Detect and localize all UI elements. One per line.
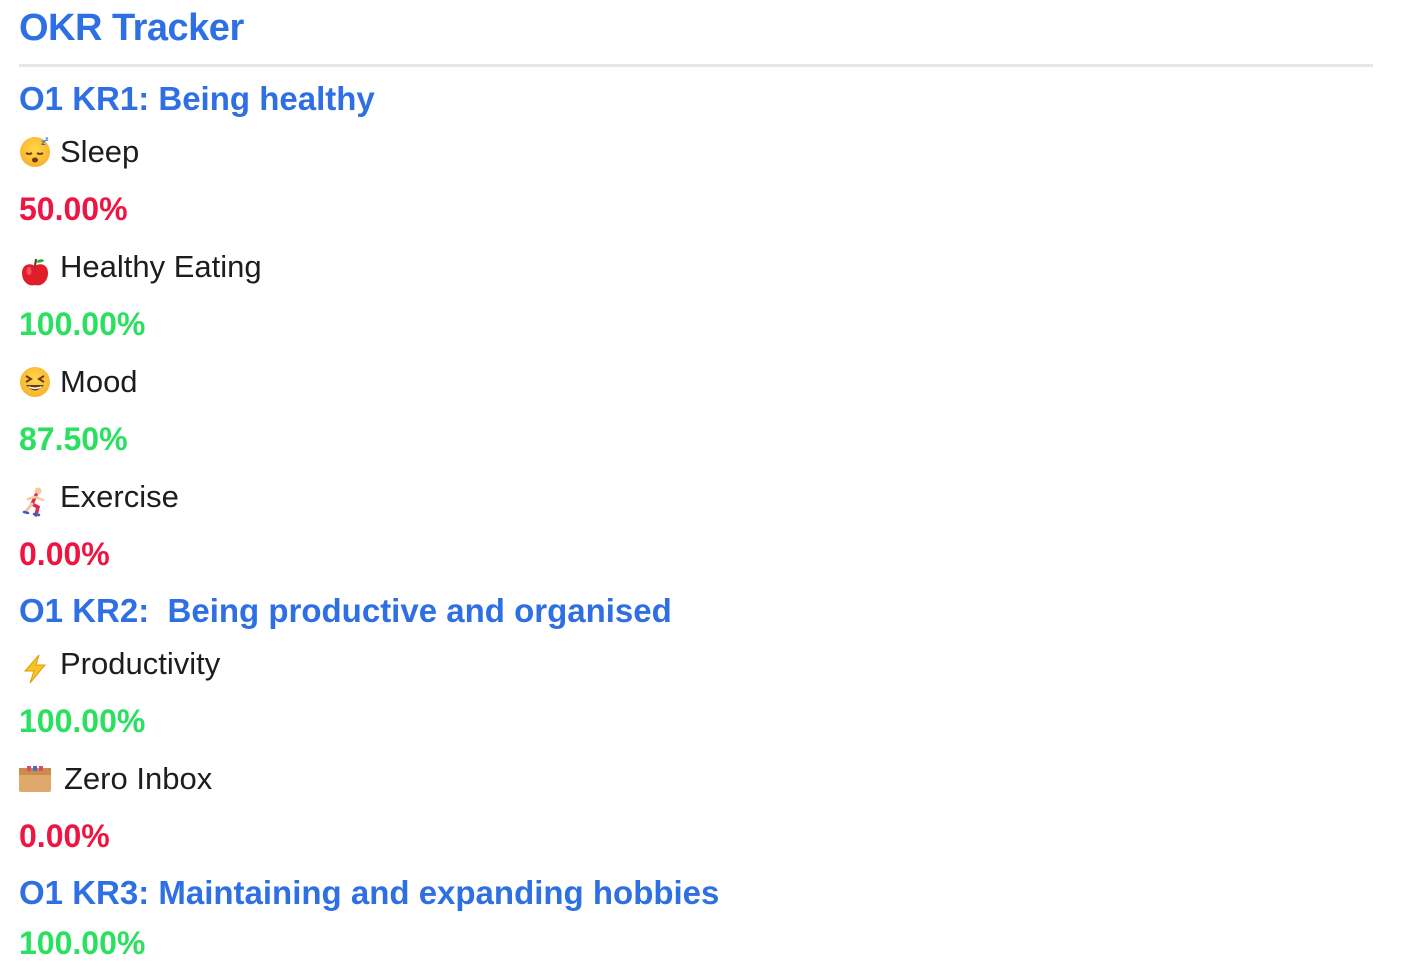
section-title-kr2: O1 KR2: Being productive and organised	[19, 592, 672, 629]
kr-item-productivity: Productivity 100.00%	[19, 637, 1373, 752]
okr-tracker-page: OKR Tracker O1 KR1: Being healthy z z Sl…	[19, 0, 1373, 967]
inbox-box-icon	[19, 763, 51, 795]
item-label-mood: Mood	[60, 364, 138, 399]
kr-item-sleep: z z Sleep 50.00%	[19, 125, 1373, 240]
person-running-icon	[19, 481, 51, 517]
item-percent-exercise: 0.00%	[19, 536, 110, 572]
item-label-zero-inbox: Zero Inbox	[64, 761, 213, 796]
item-percent-zero-inbox: 0.00%	[19, 818, 110, 854]
red-apple-icon	[19, 251, 51, 286]
item-label-exercise: Exercise	[60, 479, 179, 514]
title-divider	[19, 64, 1373, 67]
kr-item-exercise: Exercise 0.00%	[19, 470, 1373, 585]
page-title: OKR Tracker	[19, 7, 244, 49]
kr-item-healthy-eating: Healthy Eating 100.00%	[19, 240, 1373, 355]
svg-text:z: z	[45, 136, 49, 143]
item-percent-healthy-eating: 100.00%	[19, 306, 146, 342]
item-percent-mood: 87.50%	[19, 421, 128, 457]
sleeping-face-icon: z z	[19, 136, 51, 168]
item-label-healthy-eating: Healthy Eating	[60, 249, 262, 284]
grinning-squinting-face-icon	[19, 366, 51, 398]
section-title-kr1: O1 KR1: Being healthy	[19, 80, 375, 117]
item-label-sleep: Sleep	[60, 134, 140, 169]
kr-item-mood: Mood 87.50%	[19, 355, 1373, 470]
kr-item-zero-inbox: Zero Inbox 0.00%	[19, 752, 1373, 867]
high-voltage-icon	[19, 648, 51, 684]
item-label-productivity: Productivity	[60, 646, 221, 681]
item-percent-productivity: 100.00%	[19, 703, 146, 739]
item-percent-sleep: 50.00%	[19, 191, 128, 227]
section-title-kr3: O1 KR3: Maintaining and expanding hobbie…	[19, 874, 720, 911]
